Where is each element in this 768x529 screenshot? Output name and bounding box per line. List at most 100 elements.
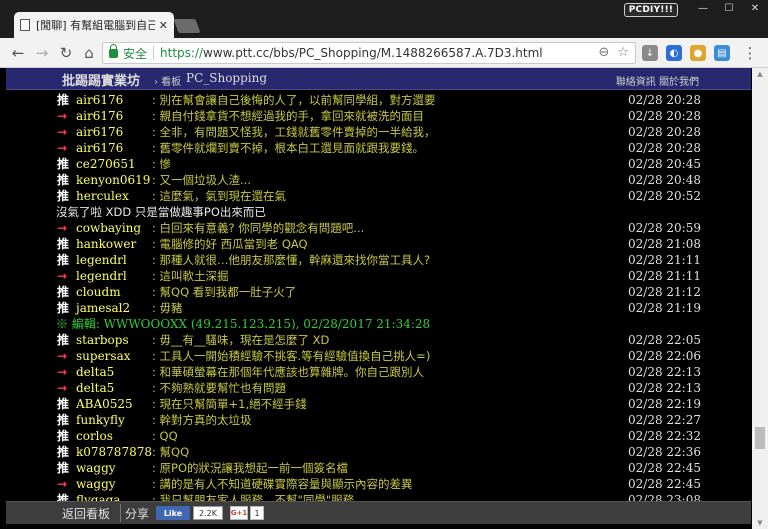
site-logo-link[interactable]: 批踢踢實業坊 xyxy=(62,70,140,89)
board-link[interactable]: PC_Shopping xyxy=(186,71,267,85)
menu-icon[interactable]: ⋮ xyxy=(740,43,760,63)
divider xyxy=(153,46,155,60)
arrow-tag: → xyxy=(57,125,68,139)
comment-time: 02/28 21:11 xyxy=(628,269,701,283)
scrollbar[interactable] xyxy=(752,68,768,529)
board-tag: › 看板 xyxy=(154,77,182,88)
scroll-up-icon[interactable]: ▲ xyxy=(752,68,768,80)
ptt-top-bar: 批踢踢實業坊 › 看板 PC_Shopping 聯絡資訊 關於我們 xyxy=(6,68,751,90)
comment-time: 02/28 22:13 xyxy=(628,365,701,379)
new-tab-button[interactable] xyxy=(173,19,201,33)
profile-badge[interactable]: PCDIY!!! xyxy=(624,3,678,17)
comment-time: 02/28 22:13 xyxy=(628,381,701,395)
bottom-bar: 返回看板 分享 Like 2.2K G+1 1 xyxy=(6,501,751,524)
comment-text: : 幹對方真的太垃圾 xyxy=(152,413,252,427)
minimize-icon[interactable]: — xyxy=(690,0,716,16)
facebook-like-count: 2.2K xyxy=(193,506,223,520)
comment-text: : QQ xyxy=(152,429,178,443)
arrow-tag: → xyxy=(57,365,68,379)
arrow-tag: → xyxy=(57,221,68,235)
push-tag: 推 xyxy=(57,445,70,459)
arrow-tag: → xyxy=(57,349,68,363)
close-icon[interactable]: ✕ xyxy=(159,19,168,32)
comment-text: : 全非，有問題又怪我，工錢就舊零件賣掉的一半給我， xyxy=(152,125,436,139)
bookmark-star-icon[interactable]: ☆ xyxy=(617,45,629,60)
home-icon[interactable]: ⌂ xyxy=(79,43,99,63)
scrollbar-thumb[interactable] xyxy=(755,427,765,449)
push-tag: 推 xyxy=(57,237,70,251)
url-text: www.ptt.cc/bbs/PC_Shopping/M.1488266587.… xyxy=(203,46,543,60)
comment-user: corlos xyxy=(76,429,113,443)
comment-user: funkyfly xyxy=(76,413,125,427)
comment-user: delta5 xyxy=(76,365,115,379)
comment-text: : 電腦修的好 西瓜當到老 QAQ xyxy=(152,237,308,251)
browser-toolbar: ← → ↻ ⌂ 安全 https:// www.ptt.cc/bbs/PC_Sh… xyxy=(0,38,768,68)
push-tag: 推 xyxy=(57,333,70,347)
google-plus-button[interactable]: G+1 xyxy=(230,506,248,520)
comment-time: 02/28 20:28 xyxy=(628,93,701,107)
comment-time: 02/28 21:19 xyxy=(628,301,701,315)
download-icon[interactable]: ↓ xyxy=(642,45,658,61)
comment-time: 02/28 21:12 xyxy=(628,285,701,299)
google-plus-count: 1 xyxy=(250,506,264,520)
comment-time: 02/28 20:59 xyxy=(628,221,701,235)
edit-notice: ※ 編輯: WWWOOOXX (49.215.123.215), 02/28/2… xyxy=(56,317,431,331)
comment-text: : 毋豬 xyxy=(152,301,183,315)
comment-text: : 幫QQ xyxy=(152,445,190,459)
comment-time: 02/28 22:45 xyxy=(628,461,701,475)
window-close-icon[interactable]: ✕ xyxy=(742,0,768,16)
back-arrow-icon[interactable]: ← xyxy=(8,43,28,63)
extension-icon[interactable]: ◐ xyxy=(666,45,682,61)
browser-tab[interactable]: [閒聊] 有幫組電腦到自己 ✕ xyxy=(14,12,174,38)
comment-user: k078787878 xyxy=(76,445,152,459)
comment-time: 02/28 22:27 xyxy=(628,413,701,427)
comment-user: starbops xyxy=(76,333,129,347)
url-scheme: https:// xyxy=(160,46,204,60)
comment-user: air6176 xyxy=(76,125,124,139)
reload-icon[interactable]: ↻ xyxy=(56,43,76,63)
comment-text: : 別在幫會讓自己後悔的人了，以前幫同學組，對方還要 xyxy=(152,93,436,107)
browser-title-bar: [閒聊] 有幫組電腦到自己 ✕ PCDIY!!! — ☐ ✕ xyxy=(0,0,768,38)
ptt-page: 批踢踢實業坊 › 看板 PC_Shopping 聯絡資訊 關於我們 推 air6… xyxy=(0,68,768,529)
comment-text: : 不夠熟就要幫忙也有問題 xyxy=(152,381,287,395)
comment-time: 02/28 20:45 xyxy=(628,157,701,171)
comment-time: 02/28 22:19 xyxy=(628,397,701,411)
push-tag: 推 xyxy=(57,173,70,187)
comment-time: 02/28 20:28 xyxy=(628,141,701,155)
comment-user: cloudm xyxy=(76,285,121,299)
comment-user: waggy xyxy=(76,461,116,475)
address-bar[interactable]: 安全 https:// www.ptt.cc/bbs/PC_Shopping/M… xyxy=(102,42,636,64)
comment-text: : 毋__有__騷味，現在是怎麼了 XD xyxy=(152,333,330,347)
comment-user: kenyon0619 xyxy=(76,173,151,187)
comment-text: : 幫QQ 看到我都一肚子火了 xyxy=(152,285,297,299)
comment-time: 02/28 22:05 xyxy=(628,333,701,347)
comment-text: : 講的是有人不知道硬碟實際容量與顯示內容的差異 xyxy=(152,477,413,491)
forward-arrow-icon[interactable]: → xyxy=(32,43,52,63)
back-to-board-link[interactable]: 返回看板 xyxy=(62,505,110,522)
comment-time: 02/28 20:48 xyxy=(628,173,701,187)
comment-user: hankower xyxy=(76,237,137,251)
facebook-like-button[interactable]: Like xyxy=(156,506,190,520)
comment-text: : 舊零件就爛到賣不掉，根本白工還見面就跟我要錢。 xyxy=(152,141,425,155)
comment-user: air6176 xyxy=(76,93,124,107)
document-icon xyxy=(20,19,30,31)
comment-text: : 現在只幫簡單+1,絕不經手錢 xyxy=(152,397,307,411)
scroll-down-icon[interactable]: ▼ xyxy=(752,517,768,529)
comment-user: waggy xyxy=(76,477,116,491)
comment-time: 02/28 22:32 xyxy=(628,429,701,443)
extension-icon[interactable]: ▤ xyxy=(714,45,730,61)
comment-user: ce270651 xyxy=(76,157,136,171)
comment-time: 02/28 21:11 xyxy=(628,253,701,267)
comment-text: : 工具人一開始積經驗不挑客.等有經驗值換自己挑人=) xyxy=(152,349,431,363)
comment-time: 02/28 22:36 xyxy=(628,445,701,459)
comment-text: : 這叫軟土深掘 xyxy=(152,269,229,283)
push-tag: 推 xyxy=(57,413,70,427)
comment-user: ABA0525 xyxy=(76,397,133,411)
maximize-icon[interactable]: ☐ xyxy=(716,0,742,16)
comment-user: legendrl xyxy=(76,253,127,267)
comment-time: 02/28 20:28 xyxy=(628,125,701,139)
zoom-icon[interactable]: ⊖ xyxy=(598,45,609,60)
contact-links[interactable]: 聯絡資訊 關於我們 xyxy=(616,73,699,88)
extension-icon[interactable]: ● xyxy=(690,45,706,61)
comment-text: : 這麼氣，氣到現在還在氣 xyxy=(152,189,287,203)
